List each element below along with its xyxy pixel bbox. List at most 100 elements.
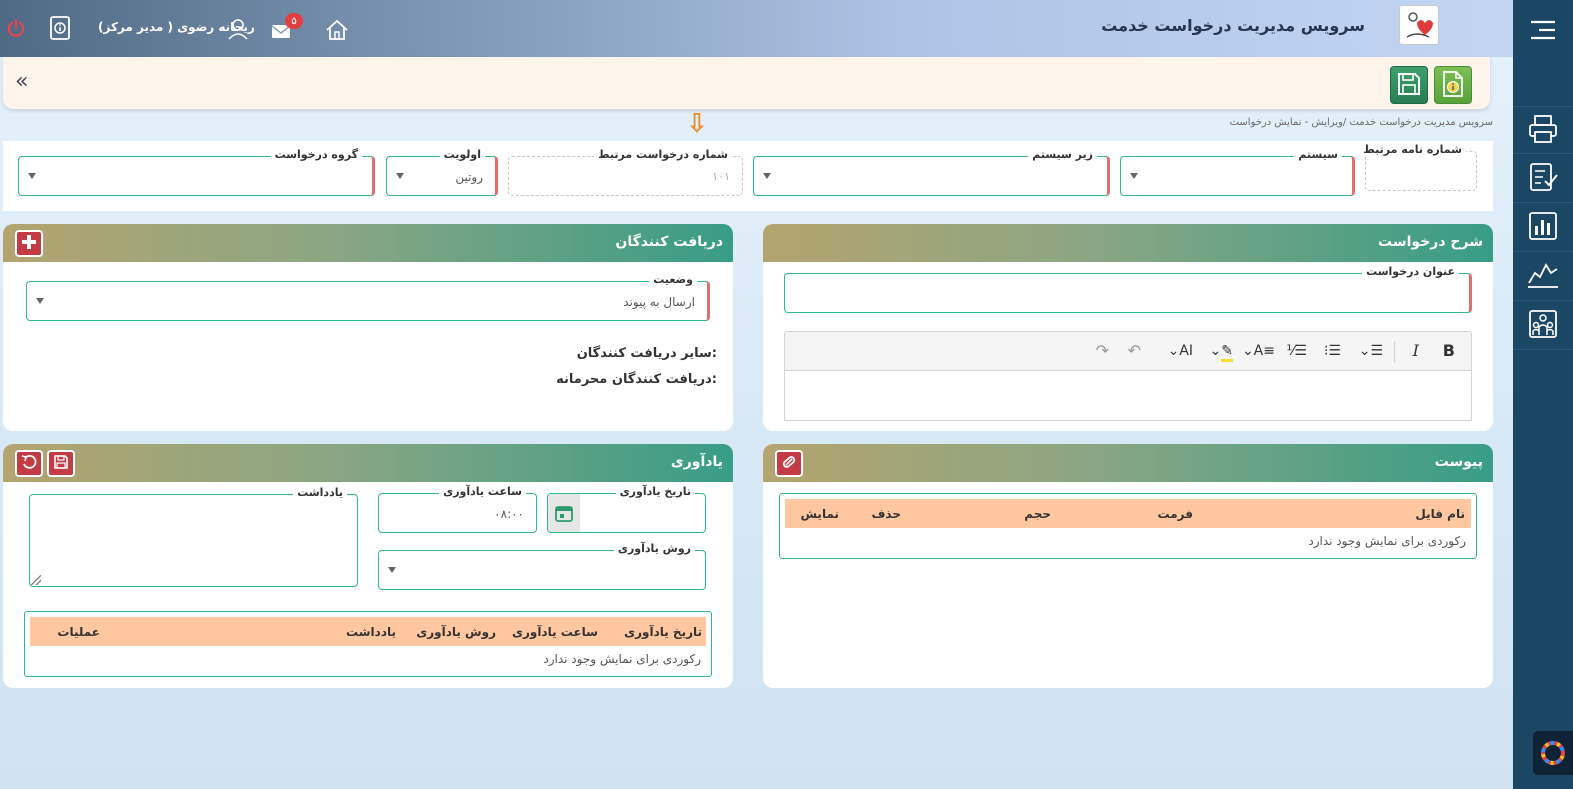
grid-header: نام فایل فرمت حجم حذف نمایش [785, 499, 1471, 528]
priority-value: روتین [455, 170, 483, 184]
priority-select[interactable]: اولویت روتین [386, 148, 498, 196]
column-header[interactable]: حذف [871, 507, 901, 521]
card-header: دریافت کنندگان [3, 224, 733, 262]
home-icon[interactable] [324, 17, 350, 43]
unread-messages-badge: ۵ [285, 13, 303, 29]
card-title: شرح درخواست [1378, 234, 1483, 250]
theme-palette-icon[interactable] [1533, 731, 1573, 775]
request-title-label: عنوان درخواست [1362, 265, 1459, 279]
column-header[interactable]: ساعت یادآوری [512, 625, 598, 639]
attach-file-button[interactable] [775, 450, 803, 477]
related-letter-number-field[interactable]: شماره نامه مرتبط [1359, 143, 1477, 191]
checklist-icon [1527, 161, 1559, 196]
sidebar-item-reports[interactable] [1513, 204, 1573, 252]
card-title: یادآوری [670, 454, 723, 470]
chevron-down-icon [28, 173, 36, 179]
collapse-icon[interactable]: « [15, 71, 28, 93]
top-header: سرویس مدیریت درخواست خدمت ریحانه رضوی ( … [0, 0, 1513, 57]
text-case-icon[interactable]: ⌄AI [1168, 342, 1193, 360]
font-size-icon[interactable]: ⌄A≡ [1242, 342, 1275, 360]
add-recipient-button[interactable] [15, 230, 43, 257]
user-icon[interactable] [225, 16, 251, 42]
italic-icon[interactable]: I [1413, 342, 1419, 360]
reset-reminder-button[interactable] [15, 450, 43, 477]
chevron-down-icon [388, 567, 396, 573]
empty-message: رکوردی برای نمایش وجود ندارد [1308, 534, 1466, 548]
calendar-icon[interactable] [548, 494, 580, 532]
column-header[interactable]: تاریخ یادآوری [624, 625, 702, 639]
card-header: یادآوری [3, 444, 733, 482]
description-editor[interactable] [784, 371, 1472, 421]
column-header[interactable]: عملیات [57, 625, 100, 639]
refresh-icon [21, 454, 37, 473]
printer-icon [1527, 113, 1559, 148]
chevron-down-icon [1130, 173, 1138, 179]
sidebar-item-tasks[interactable] [1513, 155, 1573, 203]
card-header: شرح درخواست [763, 224, 1493, 262]
column-header[interactable]: یادداشت [346, 625, 396, 639]
column-header[interactable]: فرمت [1158, 507, 1193, 521]
column-header[interactable]: نام فایل [1415, 507, 1465, 521]
request-group-select[interactable]: گروه درخواست [18, 148, 375, 196]
related-request-number-label: شماره درخواست مرتبط [594, 148, 732, 162]
arrow-down-icon: ⇩ [686, 109, 708, 139]
related-request-number-field[interactable]: شماره درخواست مرتبط ۱۰۱ [508, 148, 743, 196]
menu-toggle-icon[interactable] [1513, 6, 1573, 54]
card-title: پیوست [1434, 454, 1483, 470]
recipients-card: دریافت کنندگان وضعیت ارسال به پیوند سایر… [3, 224, 733, 431]
sidebar-item-statistics[interactable] [1513, 253, 1573, 301]
reminder-time-value: ۰۸:۰۰ [494, 507, 524, 521]
reminder-time-input[interactable]: ساعت یادآوری ۰۸:۰۰ [378, 485, 537, 533]
request-title-input[interactable]: عنوان درخواست [784, 265, 1472, 313]
action-toolbar: « [3, 57, 1490, 109]
card-title: دریافت کنندگان [615, 234, 723, 250]
chevron-down-icon [36, 298, 44, 304]
column-header[interactable]: روش یادآوری [416, 625, 496, 639]
subsystem-select[interactable]: زیر سیستم [753, 148, 1110, 196]
reminders-grid: تاریخ یادآوری ساعت یادآوری روش یادآوری ی… [24, 611, 712, 677]
reminder-method-select[interactable]: روش یادآوری [378, 542, 706, 590]
app-title: سرویس مدیریت درخواست خدمت [1101, 16, 1365, 35]
info-document-button[interactable] [1434, 66, 1472, 104]
breadcrumb: سرویس مدیریت درخواست خدمت /ویرایش - نمای… [1229, 117, 1493, 128]
app-logo[interactable] [1399, 5, 1439, 45]
sidebar-item-organization[interactable] [1513, 302, 1573, 350]
related-request-number-value: ۱۰۱ [712, 170, 730, 183]
resize-handle-icon[interactable] [31, 575, 41, 585]
save-reminder-button[interactable] [47, 450, 75, 477]
subsystem-label: زیر سیستم [1028, 148, 1097, 162]
power-icon[interactable] [3, 15, 29, 41]
request-description-card: شرح درخواست عنوان درخواست B I ⌄☰ ⁝☰ ⅟☰ ⌄… [763, 224, 1493, 431]
save-button[interactable] [1390, 66, 1428, 104]
numbered-list-icon[interactable]: ⅟☰ [1286, 342, 1307, 360]
highlight-icon[interactable]: ⌄✎ [1210, 342, 1233, 362]
reminder-card: یادآوری تاریخ یادآوری ساعت یادآوری ۰۸:۰۰… [3, 444, 733, 688]
profile-info-icon[interactable] [47, 15, 73, 41]
line-chart-icon [1526, 259, 1560, 294]
document-info-icon [1441, 70, 1465, 101]
status-select[interactable]: وضعیت ارسال به پیوند [26, 273, 710, 321]
reminder-note-label: یادداشت [293, 486, 347, 500]
request-info-panel: شماره نامه مرتبط سیستم زیر سیستم شماره د… [3, 141, 1493, 211]
confidential-recipients-label: دریافت کنندگان محرمانه: [556, 372, 717, 387]
align-icon[interactable]: ⌄☰ [1359, 342, 1383, 360]
plus-icon [21, 234, 37, 253]
organization-icon [1527, 308, 1559, 343]
empty-message: رکوردی برای نمایش وجود ندارد [543, 652, 701, 666]
system-select[interactable]: سیستم [1120, 148, 1355, 196]
undo-icon[interactable]: ↶ [1128, 342, 1141, 360]
reminder-date-label: تاریخ یادآوری [615, 485, 695, 499]
column-header[interactable]: حجم [1024, 507, 1051, 521]
chevron-down-icon [763, 173, 771, 179]
paperclip-icon [781, 454, 797, 473]
editor-toolbar: B I ⌄☰ ⁝☰ ⅟☰ ⌄A≡ ⌄✎ ⌄AI ↶ ↷ [784, 331, 1472, 371]
column-header[interactable]: نمایش [800, 507, 839, 521]
bullet-list-icon[interactable]: ⁝☰ [1324, 342, 1341, 360]
bold-icon[interactable]: B [1443, 342, 1455, 360]
reminder-date-input[interactable]: تاریخ یادآوری [547, 485, 706, 533]
sidebar-item-print[interactable] [1513, 106, 1573, 154]
attachments-grid: نام فایل فرمت حجم حذف نمایش رکوردی برای … [779, 493, 1477, 559]
reminder-note-textarea[interactable]: یادداشت [29, 486, 358, 587]
redo-icon[interactable]: ↷ [1096, 342, 1109, 360]
floppy-disk-icon [53, 454, 69, 473]
